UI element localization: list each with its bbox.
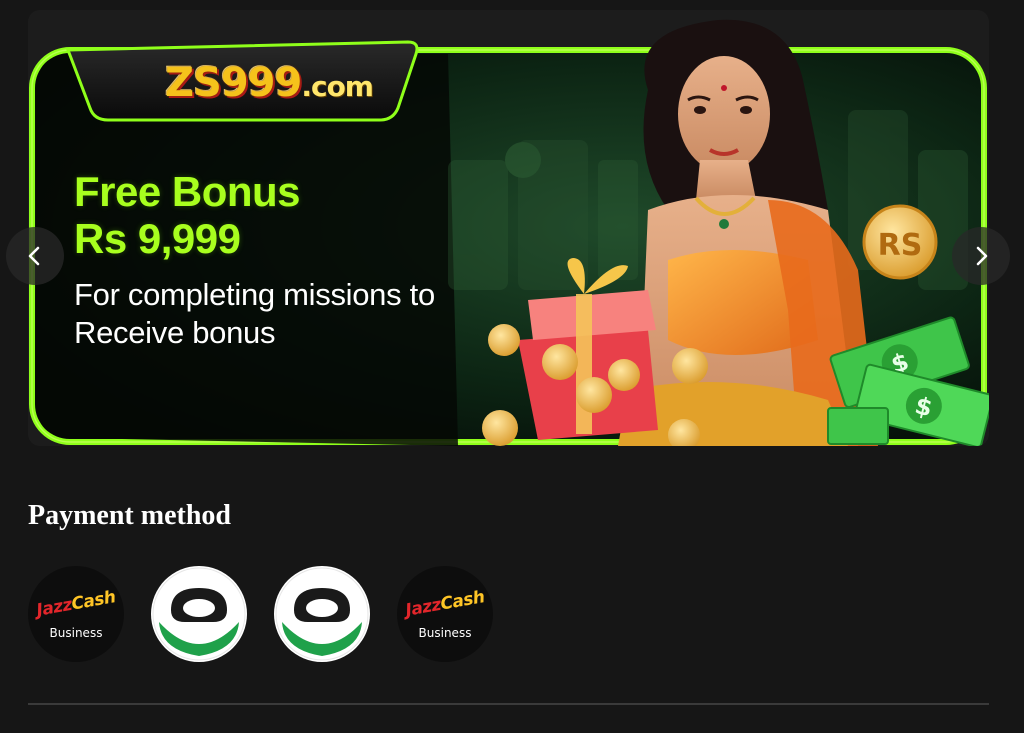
logo-suffix: .com (301, 70, 374, 103)
easypaisa-logo (152, 567, 246, 661)
jazzcash-brand-jazz: Jazz (34, 594, 74, 621)
payment-jazzcash-business[interactable]: JazzCash Business (28, 566, 124, 662)
jazzcash-brand-cash: Cash (70, 587, 118, 615)
payment-method-title: Payment method (28, 500, 231, 531)
jazzcash-brand-jazz: Jazz (403, 594, 443, 621)
carousel-next-button[interactable] (952, 227, 1010, 285)
payment-easypaisa[interactable] (274, 566, 370, 662)
headline-line-2: Rs 9,999 (74, 215, 241, 262)
payment-jazzcash-business[interactable]: JazzCash Business (397, 566, 493, 662)
jazzcash-logo: JazzCash (397, 586, 493, 622)
jazzcash-sub-label: Business (49, 626, 103, 640)
promo-banner[interactable]: RS $ $ ZS999.com Free Bonus Rs 9,999 For… (28, 10, 989, 446)
section-divider (28, 703, 989, 705)
page: RS $ $ ZS999.com Free Bonus Rs 9,999 For… (0, 0, 1024, 733)
bonus-headline: Free Bonus Rs 9,999 (74, 168, 301, 262)
carousel-prev-button[interactable] (6, 227, 64, 285)
bonus-subline: For completing missions to Receive bonus (74, 277, 435, 350)
jazzcash-sub-label: Business (418, 626, 472, 640)
payment-easypaisa[interactable] (151, 566, 247, 662)
easypaisa-logo (275, 567, 369, 661)
payment-method-list: JazzCash Business JazzCash Business (28, 566, 493, 662)
promo-carousel[interactable]: RS $ $ ZS999.com Free Bonus Rs 9,999 For… (28, 10, 989, 446)
headline-line-1: Free Bonus (74, 168, 301, 215)
jazzcash-logo: JazzCash (28, 586, 124, 622)
site-logo[interactable]: ZS999.com (124, 60, 414, 106)
coin-rs-label: RS (878, 228, 923, 263)
logo-main: ZS999 (165, 60, 302, 106)
jazzcash-brand-cash: Cash (439, 587, 487, 615)
chevron-right-icon (976, 246, 988, 266)
chevron-left-icon (28, 246, 40, 266)
